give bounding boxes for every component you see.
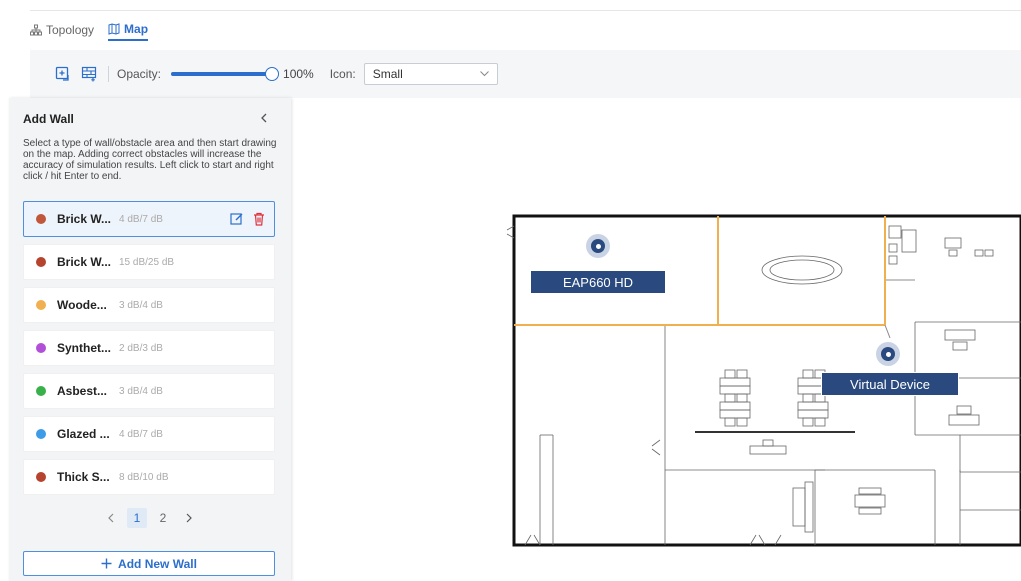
virtual-device-label[interactable]: Virtual Device bbox=[821, 372, 959, 396]
wall-type-name: Brick W... bbox=[57, 212, 112, 226]
edit-icon[interactable] bbox=[230, 212, 244, 226]
opacity-label: Opacity: bbox=[117, 67, 162, 81]
map-toolbar: Opacity: 100% Icon: Small bbox=[30, 50, 1021, 98]
toolbar-divider bbox=[108, 66, 109, 82]
collapse-icon[interactable] bbox=[259, 112, 269, 124]
wall-type-name: Asbest... bbox=[57, 384, 108, 398]
wall-attenuation: 3 dB/4 dB bbox=[119, 385, 163, 397]
panel-title: Add Wall bbox=[23, 112, 74, 126]
wall-color-dot bbox=[36, 386, 46, 396]
wall-type-item[interactable]: Brick W... 15 dB/25 dB bbox=[23, 244, 275, 280]
opacity-value: 100% bbox=[283, 67, 314, 81]
icon-size-label: Icon: bbox=[329, 67, 356, 81]
icon-size-value: Small bbox=[372, 67, 403, 81]
wall-type-item[interactable]: Woode... 3 dB/4 dB bbox=[23, 287, 275, 323]
panel-description: Select a type of wall/obstacle area and … bbox=[23, 138, 277, 182]
page-1[interactable]: 1 bbox=[127, 508, 147, 528]
view-tabs: Topology Map bbox=[30, 10, 1021, 50]
pagination: 1 2 bbox=[9, 508, 291, 528]
wall-type-name: Synthet... bbox=[57, 341, 112, 355]
delete-icon[interactable] bbox=[252, 212, 266, 226]
plus-icon bbox=[101, 558, 112, 569]
opacity-slider-fill bbox=[171, 72, 273, 76]
wall-attenuation: 15 dB/25 dB bbox=[119, 256, 175, 268]
map-icon bbox=[108, 23, 120, 35]
virtual-device-icon[interactable] bbox=[876, 342, 900, 366]
floor-plan[interactable]: EAP660 HD Virtual Device bbox=[505, 210, 1021, 560]
add-area-icon[interactable] bbox=[54, 65, 72, 83]
tab-map-label: Map bbox=[124, 22, 149, 36]
add-new-wall-label: Add New Wall bbox=[118, 556, 197, 571]
wall-color-dot bbox=[36, 429, 46, 439]
wall-attenuation: 4 dB/7 dB bbox=[119, 213, 163, 225]
app-root: Topology Map Opacity: 100% Icon: Small E… bbox=[0, 0, 1021, 581]
wall-color-dot bbox=[36, 343, 46, 353]
wall-type-item[interactable]: Glazed ... 4 dB/7 dB bbox=[23, 416, 275, 452]
wall-type-item[interactable]: Synthet... 2 dB/3 dB bbox=[23, 330, 275, 366]
wall-color-dot bbox=[36, 214, 46, 224]
wall-color-dot bbox=[36, 472, 46, 482]
wall-type-item[interactable]: Thick S... 8 dB/10 dB bbox=[23, 459, 275, 495]
prev-page-icon[interactable] bbox=[101, 508, 121, 528]
ap-device-icon[interactable] bbox=[586, 234, 610, 258]
wall-type-name: Woode... bbox=[57, 298, 107, 312]
wall-type-name: Glazed ... bbox=[57, 427, 110, 441]
next-page-icon[interactable] bbox=[179, 508, 199, 528]
wall-color-dot bbox=[36, 300, 46, 310]
add-new-wall-button[interactable]: Add New Wall bbox=[23, 551, 275, 576]
page-2[interactable]: 2 bbox=[153, 508, 173, 528]
icon-size-select[interactable]: Small bbox=[363, 63, 498, 85]
chevron-down-icon bbox=[479, 71, 489, 77]
tab-topology-label: Topology bbox=[46, 23, 95, 37]
topology-icon bbox=[30, 24, 42, 36]
opacity-slider-thumb[interactable] bbox=[265, 67, 280, 81]
add-wall-icon[interactable] bbox=[80, 65, 98, 83]
tab-topology[interactable]: Topology bbox=[30, 19, 94, 41]
wall-actions bbox=[230, 212, 266, 226]
wall-type-item[interactable]: Brick W... 4 dB/7 dB bbox=[23, 201, 275, 237]
wall-type-name: Brick W... bbox=[57, 255, 112, 269]
wall-attenuation: 8 dB/10 dB bbox=[119, 471, 169, 483]
wall-type-list: Brick W... 4 dB/7 dB Brick W... 15 dB/25 dB… bbox=[23, 201, 275, 502]
wall-attenuation: 3 dB/4 dB bbox=[119, 299, 163, 311]
wall-attenuation: 2 dB/3 dB bbox=[119, 342, 163, 354]
add-wall-panel: Add Wall Select a type of wall/obstacle … bbox=[9, 98, 291, 581]
tab-map[interactable]: Map bbox=[108, 19, 149, 41]
ap-device-label[interactable]: EAP660 HD bbox=[530, 270, 666, 294]
opacity-slider[interactable] bbox=[171, 67, 280, 81]
wall-attenuation: 4 dB/7 dB bbox=[119, 428, 163, 440]
wall-color-dot bbox=[36, 257, 46, 267]
wall-type-item[interactable]: Asbest... 3 dB/4 dB bbox=[23, 373, 275, 409]
wall-type-name: Thick S... bbox=[57, 470, 110, 484]
